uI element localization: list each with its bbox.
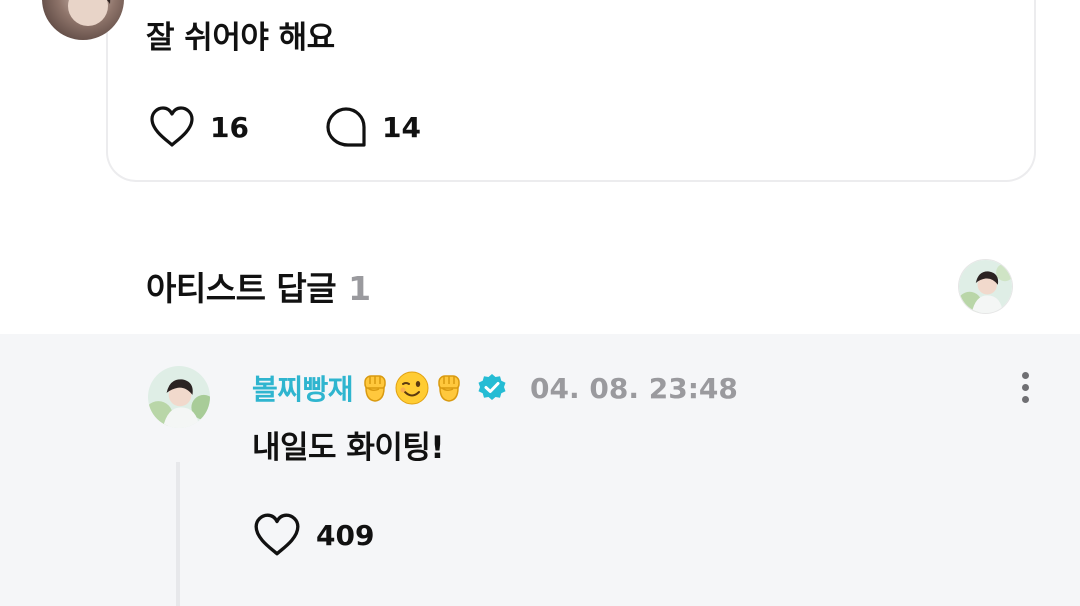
kebab-dot: [1022, 372, 1029, 379]
post-comment-count: 14: [382, 110, 421, 144]
heart-outline-icon: [254, 513, 300, 556]
speech-bubble-icon: [326, 107, 366, 147]
artist-reply: 볼찌빵재 04. 08. 23:48 내일도 화이팅! 409: [0, 334, 1080, 606]
post-text: 잘 쉬어야 해요: [146, 20, 335, 56]
thread-line: [176, 462, 180, 606]
reply-author-name[interactable]: 볼찌빵재: [252, 368, 354, 408]
post-comment-button[interactable]: 14: [324, 105, 421, 149]
reply-timestamp: 04. 08. 23:48: [530, 371, 738, 405]
reply-text: 내일도 화이팅!: [252, 430, 445, 466]
winking-face-icon: [395, 371, 429, 405]
reply-header: 볼찌빵재 04. 08. 23:48: [252, 366, 738, 410]
avatar-photo: [148, 366, 210, 428]
reply-actions: 409: [252, 512, 374, 558]
post-like-button[interactable]: 16: [148, 105, 324, 149]
raised-fist-icon: [364, 375, 386, 402]
reply-like-count: 409: [316, 518, 375, 552]
avatar-photo: [959, 260, 1012, 313]
heart-outline-icon: [150, 106, 194, 147]
author-emojis: [357, 370, 468, 406]
artist-replies-count: 1: [348, 269, 371, 308]
reply-author-avatar[interactable]: [148, 366, 210, 428]
more-options-button[interactable]: [1014, 370, 1038, 406]
post-like-count: 16: [210, 110, 249, 144]
artist-avatar-thumbnail[interactable]: [959, 260, 1012, 313]
artist-replies-title: 아티스트 답글: [146, 269, 337, 308]
kebab-dot: [1022, 396, 1029, 403]
post-actions: 16 14: [148, 104, 421, 150]
artist-replies-heading: 아티스트 답글 1: [146, 262, 371, 310]
kebab-dot: [1022, 384, 1029, 391]
reply-like-button[interactable]: 409: [252, 512, 374, 558]
verified-badge-icon: [478, 374, 506, 400]
raised-fist-icon: [438, 375, 460, 402]
